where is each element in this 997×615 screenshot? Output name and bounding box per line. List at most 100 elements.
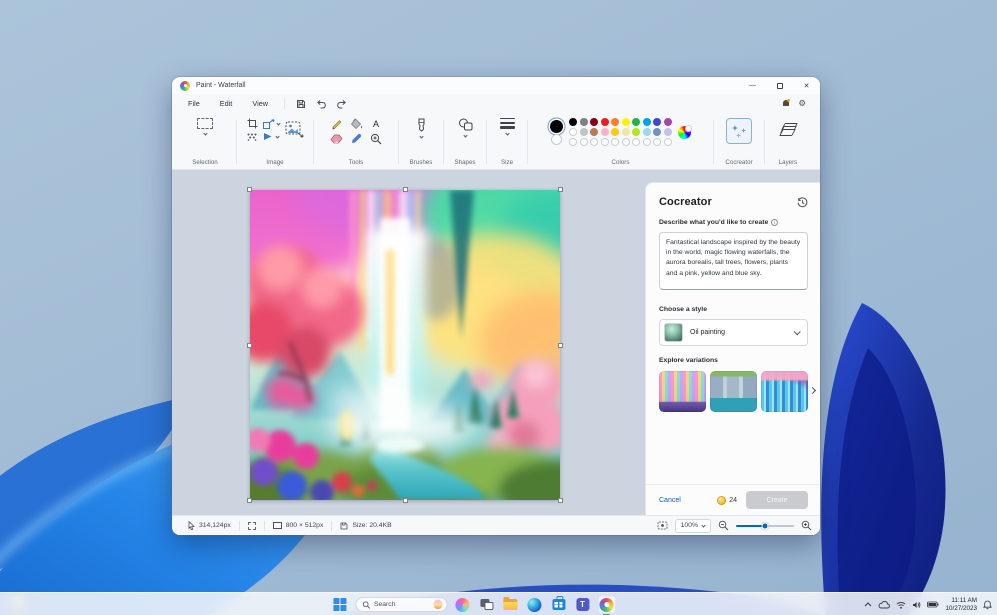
taskbar-teams[interactable] (574, 596, 591, 613)
eyedropper-tool-icon[interactable] (350, 133, 362, 145)
color-swatch[interactable] (600, 128, 609, 136)
style-dropdown[interactable]: Oil painting (659, 319, 808, 346)
resize-handle[interactable] (247, 342, 252, 348)
rotate-flip-button[interactable] (263, 132, 280, 141)
wifi-icon[interactable] (896, 601, 906, 609)
notification-icon[interactable] (782, 99, 791, 108)
pencil-tool-icon[interactable] (330, 118, 342, 130)
volume-icon[interactable] (912, 601, 921, 609)
redo-button[interactable] (331, 96, 351, 111)
color-swatch[interactable] (621, 128, 630, 136)
color-swatch[interactable] (569, 138, 578, 146)
color-swatch[interactable] (611, 118, 620, 126)
canvas[interactable] (247, 187, 563, 503)
size-button[interactable] (499, 118, 515, 136)
menu-file[interactable]: File (178, 96, 210, 111)
next-variations-icon[interactable] (808, 386, 817, 395)
history-icon[interactable] (797, 196, 808, 208)
menu-edit[interactable]: Edit (210, 96, 243, 111)
color-swatch[interactable] (579, 128, 588, 136)
cocreator-button[interactable] (726, 118, 752, 144)
eraser-tool-icon[interactable] (330, 134, 343, 144)
background-color-well[interactable] (551, 133, 563, 145)
color-swatch[interactable] (621, 118, 630, 126)
maximize-button[interactable] (766, 77, 793, 94)
prompt-textarea[interactable] (659, 232, 808, 290)
resize-handle[interactable] (558, 342, 563, 348)
image-options-icon[interactable] (285, 121, 304, 138)
color-swatch[interactable] (579, 138, 588, 146)
color-swatch[interactable] (653, 138, 662, 146)
resize-handle[interactable] (558, 498, 563, 503)
taskbar-paint-active[interactable] (597, 596, 615, 615)
color-swatch[interactable] (611, 128, 620, 136)
foreground-color-well[interactable] (550, 119, 564, 133)
brushes-button[interactable] (415, 118, 428, 139)
taskbar-store[interactable] (550, 596, 567, 613)
cancel-button[interactable]: Cancel (659, 497, 681, 504)
resize-handle[interactable] (402, 498, 408, 503)
taskbar-search[interactable]: Search (354, 597, 447, 612)
zoom-level-dropdown[interactable]: 100% (674, 518, 711, 533)
color-swatch[interactable] (642, 128, 651, 136)
onedrive-cloud-icon[interactable] (878, 600, 891, 609)
magnifier-tool-icon[interactable] (370, 133, 382, 145)
color-swatch[interactable] (653, 118, 662, 126)
variation-thumbnail-2[interactable] (710, 371, 757, 412)
color-swatch[interactable] (632, 138, 641, 146)
resize-handle[interactable] (247, 187, 252, 192)
layers-button[interactable] (778, 118, 798, 136)
taskbar-clock[interactable]: 11:11 AM 10/27/2023 (945, 597, 977, 613)
save-button[interactable] (291, 96, 311, 111)
color-swatch[interactable] (642, 138, 651, 146)
zoom-slider-thumb[interactable] (761, 522, 769, 529)
fill-tool-icon[interactable] (350, 118, 363, 130)
settings-gear-icon[interactable]: ⚙ (798, 99, 806, 109)
color-swatch[interactable] (621, 138, 630, 146)
color-swatch[interactable] (579, 118, 588, 126)
taskbar-edge[interactable] (526, 596, 543, 613)
color-swatch[interactable] (590, 128, 599, 136)
undo-button[interactable] (311, 96, 331, 111)
taskbar-copilot[interactable] (454, 596, 471, 613)
taskbar-file-explorer[interactable] (502, 596, 519, 613)
color-swatch[interactable] (569, 128, 578, 136)
color-swatch[interactable] (600, 118, 609, 126)
edit-colors-wheel-icon[interactable] (677, 124, 692, 139)
resize-handle[interactable] (402, 187, 408, 192)
selection-tool[interactable] (197, 118, 213, 136)
resize-handle[interactable] (247, 498, 252, 503)
taskbar-task-view[interactable] (478, 596, 495, 613)
start-button[interactable] (331, 596, 348, 613)
variation-thumbnail-1[interactable] (659, 371, 706, 412)
resize-button[interactable] (262, 118, 281, 129)
info-icon[interactable]: i (771, 219, 779, 226)
color-swatch[interactable] (569, 118, 578, 126)
close-button[interactable]: ✕ (793, 77, 820, 94)
color-swatch[interactable] (642, 118, 651, 126)
color-swatch[interactable] (632, 118, 641, 126)
battery-icon[interactable] (927, 601, 939, 608)
dither-pattern-icon[interactable] (247, 133, 258, 141)
color-swatch[interactable] (653, 128, 662, 136)
create-button[interactable]: Create (746, 491, 808, 509)
variation-thumbnail-3[interactable] (761, 371, 808, 412)
shapes-button[interactable] (458, 118, 473, 138)
zoom-in-icon[interactable] (801, 520, 812, 531)
zoom-out-icon[interactable] (718, 520, 729, 531)
notification-bell-icon[interactable] (983, 600, 992, 610)
menu-view[interactable]: View (242, 96, 278, 111)
color-swatch[interactable] (611, 138, 620, 146)
resize-handle[interactable] (558, 187, 563, 192)
color-swatch[interactable] (590, 138, 599, 146)
text-tool-icon[interactable]: A (373, 119, 379, 129)
color-swatch[interactable] (590, 118, 599, 126)
hidden-icons-chevron[interactable] (864, 602, 872, 607)
fit-to-screen-icon[interactable] (657, 521, 668, 530)
crop-icon[interactable] (247, 118, 258, 129)
color-swatch[interactable] (663, 128, 672, 136)
color-swatch[interactable] (663, 138, 672, 146)
minimize-button[interactable]: — (739, 77, 766, 94)
color-swatch[interactable] (600, 138, 609, 146)
zoom-slider[interactable] (736, 522, 794, 529)
